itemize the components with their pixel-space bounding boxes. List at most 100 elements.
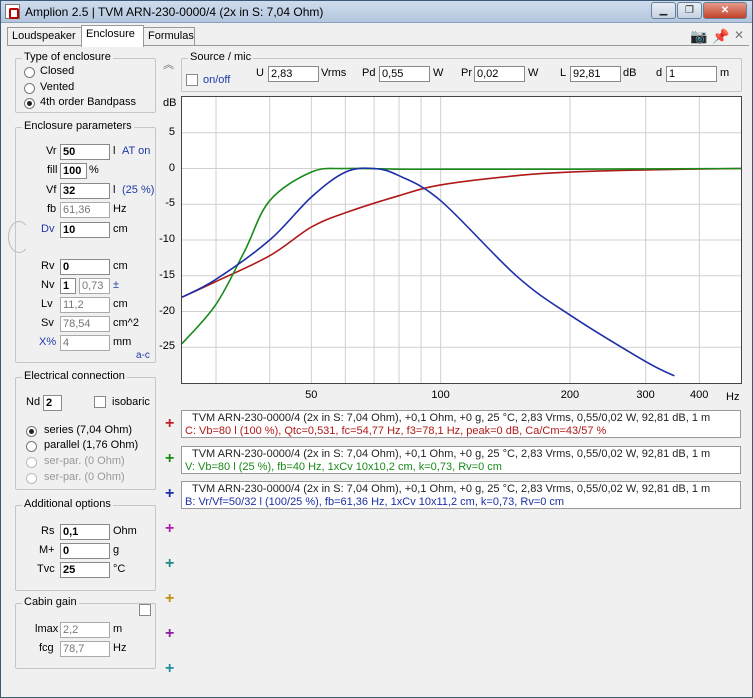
enclosure-type-title: Type of enclosure [22, 51, 113, 63]
maximize-button[interactable]: ❐ [677, 2, 702, 19]
pd-input[interactable]: 0,55 [379, 66, 430, 82]
u-input[interactable]: 2,83 [268, 66, 319, 82]
vr-input[interactable]: 50 [60, 144, 110, 160]
pr-input[interactable]: 0,02 [474, 66, 525, 82]
pr-label: Pr [461, 67, 472, 79]
y-tick-label: 0 [168, 161, 175, 174]
radio-vented[interactable] [24, 83, 35, 94]
dv-input[interactable]: 10 [60, 222, 110, 238]
fb-label: fb [47, 203, 57, 215]
camera-icon[interactable]: 📷 [690, 28, 707, 45]
xp-label: X% [39, 336, 57, 348]
tab-loudspeaker[interactable]: Loudspeaker [7, 27, 82, 46]
app-window: Amplion 2.5 | TVM ARN-230-0000/4 (2x in … [0, 0, 753, 698]
tvc-input[interactable]: 25 [60, 562, 110, 578]
d-input[interactable]: 1 [666, 66, 717, 82]
at-on-link[interactable]: AT on [122, 145, 150, 157]
radio-bandpass[interactable] [24, 98, 35, 109]
radio-parallel[interactable] [26, 441, 37, 452]
rs-unit: Ohm [113, 525, 137, 537]
fb-value: 61,36 [60, 202, 110, 218]
close-button[interactable]: ✕ [703, 2, 747, 19]
u-unit: Vrms [321, 67, 347, 79]
radio-closed[interactable] [24, 67, 35, 78]
add-curve-button-8[interactable]: + [165, 661, 174, 677]
vf-unit: l [113, 184, 116, 196]
enclosure-params-group: Enclosure parameters Vr 50 l AT on fill … [15, 120, 156, 363]
m-input[interactable]: 0 [60, 543, 110, 559]
nv-k-value: 0,73 [79, 278, 110, 294]
tab-formulas[interactable]: Formulas [143, 27, 195, 46]
fill-input[interactable]: 100 [60, 163, 87, 179]
pd-label: Pd [362, 67, 376, 79]
nd-input[interactable]: 2 [43, 395, 62, 411]
add-curve-button-4[interactable]: + [165, 521, 174, 537]
add-curve-button-6[interactable]: + [165, 591, 174, 607]
tvc-label: Tvc [37, 563, 55, 575]
y-tick-label: -10 [159, 233, 175, 245]
minimize-button[interactable]: ▁ [651, 2, 676, 19]
legend-1-line2: C: Vb=80 l (100 %), Qtc=0,531, fc=54,77 … [185, 425, 607, 437]
source-title: Source / mic [188, 51, 254, 63]
knob-arc [8, 221, 30, 253]
tab-enclosure[interactable]: Enclosure [81, 25, 144, 47]
add-curve-button-1[interactable]: + [165, 416, 174, 432]
ac-link[interactable]: a-c [136, 350, 150, 361]
pin-icon[interactable]: 📌 [712, 28, 729, 45]
radio-serpar-1 [26, 457, 37, 468]
y-tick-label: -15 [159, 268, 175, 281]
source-onoff-label: on/off [203, 74, 231, 86]
cabin-gain-checkbox[interactable] [139, 604, 151, 616]
collapse-chevron-icon[interactable]: ︽ [163, 56, 174, 72]
dv-unit: cm [113, 223, 128, 235]
add-curve-button-3[interactable]: + [165, 486, 174, 502]
u-label: U [256, 67, 264, 79]
add-curve-button-7[interactable]: + [165, 626, 174, 642]
series-line-1 [181, 167, 742, 298]
chart-canvas [181, 97, 742, 383]
rs-input[interactable]: 0,1 [60, 524, 110, 540]
legend-1-line1: TVM ARN-230-0000/4 (2x in S: 7,04 Ohm), … [192, 412, 711, 424]
add-curve-button-2[interactable]: + [165, 451, 174, 467]
window-title: Amplion 2.5 | TVM ARN-230-0000/4 (2x in … [25, 5, 324, 19]
enclosure-params-title: Enclosure parameters [22, 120, 134, 132]
legend-entry-vented[interactable]: TVM ARN-230-0000/4 (2x in S: 7,04 Ohm), … [181, 446, 741, 474]
title-bar: Amplion 2.5 | TVM ARN-230-0000/4 (2x in … [1, 1, 752, 23]
fcg-unit: Hz [113, 642, 127, 654]
nv-label: Nv [41, 279, 55, 291]
legend-entry-bandpass[interactable]: TVM ARN-230-0000/4 (2x in S: 7,04 Ohm), … [181, 481, 741, 509]
legend-entry-closed[interactable]: TVM ARN-230-0000/4 (2x in S: 7,04 Ohm), … [181, 410, 741, 438]
vr-unit: l [113, 145, 116, 157]
legend-3-line2: B: Vr/Vf=50/32 l (100/25 %), fb=61,36 Hz… [185, 496, 565, 508]
fill-unit: % [89, 164, 99, 176]
lmax-value: 2,2 [60, 622, 110, 638]
isobaric-checkbox[interactable] [94, 396, 106, 408]
close-tab-icon[interactable]: ✕ [734, 28, 744, 42]
y-axis-unit-label: dB [163, 97, 177, 109]
x-axis-unit-label: Hz [726, 391, 740, 403]
y-tick-label: -5 [165, 197, 175, 210]
nv-input[interactable]: 1 [60, 278, 76, 294]
radio-series-label: series (7,04 Ohm) [44, 424, 133, 436]
vf-input[interactable]: 32 [60, 183, 110, 199]
d-label: d [656, 67, 663, 79]
l-unit: dB [623, 67, 637, 79]
rv-input[interactable]: 0 [60, 259, 110, 275]
legend-3-line1: TVM ARN-230-0000/4 (2x in S: 7,04 Ohm), … [192, 483, 711, 495]
add-curve-button-5[interactable]: + [165, 556, 174, 572]
lv-unit: cm [113, 298, 128, 310]
sv-unit: cm^2 [113, 317, 139, 329]
source-onoff-checkbox[interactable] [186, 74, 198, 86]
additional-title: Additional options [22, 498, 113, 510]
fill-label: fill [47, 164, 58, 176]
fb-unit: Hz [113, 203, 127, 215]
rv-unit: cm [113, 260, 128, 272]
legend-2-line2: V: Vb=80 l (25 %), fb=40 Hz, 1xCv 10x10,… [185, 461, 502, 473]
m-label: M+ [39, 544, 55, 556]
nv-plusminus[interactable]: ± [113, 279, 119, 291]
l-input[interactable]: 92,81 [570, 66, 621, 82]
frequency-response-chart[interactable] [181, 96, 742, 384]
radio-series[interactable] [26, 426, 37, 437]
series-line-2 [181, 167, 742, 345]
electrical-group: Electrical connection Nd 2 isobaric seri… [15, 370, 156, 490]
